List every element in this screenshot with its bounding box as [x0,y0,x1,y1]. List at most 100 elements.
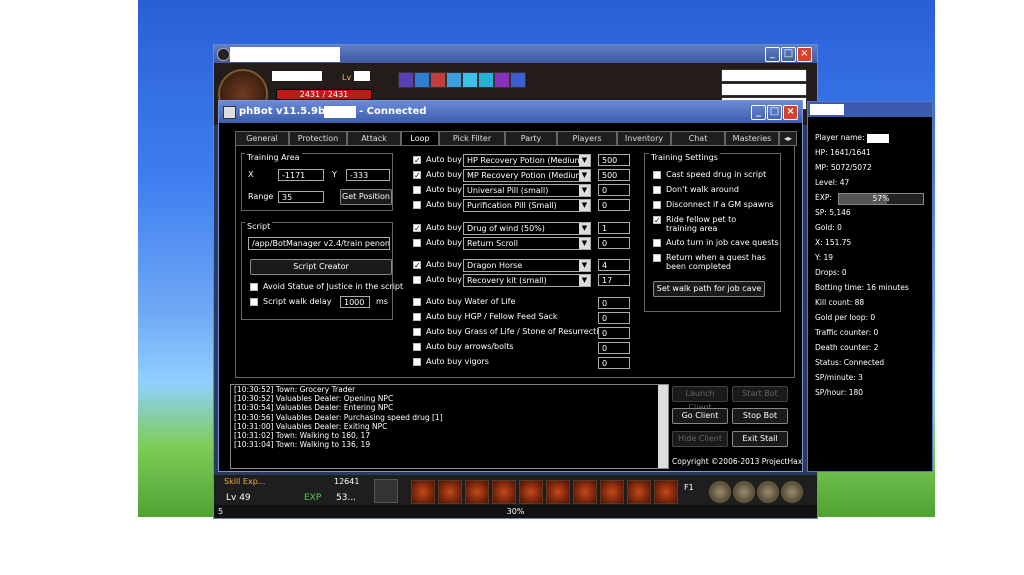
auto-buy-qty[interactable]: 500 [598,154,630,166]
cast-speed-drug-checkbox[interactable] [653,171,661,179]
hide-client-button[interactable]: Hide Client [672,431,728,447]
auto-buy-item-select[interactable]: MP Recovery Potion (Medium) ▼ [463,169,591,182]
auto-buy-item-select[interactable]: Purification Pill (Small) ▼ [463,199,591,212]
auto-buy-item-select[interactable]: Drug of wind (50%) ▼ [463,222,591,235]
tab-inventory[interactable]: Inventory [617,131,671,146]
skill-slot[interactable] [600,480,624,504]
minimize-icon[interactable]: _ [751,105,766,120]
auto-buy-water-checkbox[interactable] [413,298,421,306]
return-quest-checkbox[interactable] [653,254,661,262]
auto-buy-qty[interactable]: 17 [598,274,630,286]
auto-buy-qty[interactable]: 0 [598,184,630,196]
skill-slot[interactable] [654,480,678,504]
log-area[interactable]: [10:30:52] Town: Grocery Trader [10:30:5… [230,384,669,469]
auto-buy-grass-checkbox[interactable] [413,328,421,336]
tab-party[interactable]: Party [505,131,557,146]
stop-bot-button[interactable]: Stop Bot [732,408,788,424]
script-creator-button[interactable]: Script Creator [250,259,392,275]
walk-delay-checkbox[interactable] [250,298,258,306]
tab-players[interactable]: Players [557,131,617,146]
close-icon[interactable]: × [783,105,798,120]
auto-buy-checkbox[interactable] [413,276,421,284]
auto-buy-qty[interactable]: 500 [598,169,630,181]
auto-turn-in-checkbox[interactable] [653,239,661,247]
y-row: Y: 19 [815,253,834,262]
auto-buy-checkbox[interactable] [413,239,421,247]
tab-strip: General Protection Attack Loop Pick Filt… [235,131,797,146]
auto-buy-qty[interactable]: 0 [598,237,630,249]
auto-buy-hgp-label: Auto buy HGP / Fellow Feed Sack [426,312,558,321]
get-position-button[interactable]: Get Position [340,189,392,205]
skill-slot[interactable] [411,480,435,504]
close-icon[interactable]: × [797,47,812,62]
skill-slot[interactable] [438,480,462,504]
skill-slot[interactable] [573,480,597,504]
tab-masteries[interactable]: Masteries [725,131,779,146]
auto-buy-checkbox[interactable]: ✓ [413,224,421,233]
menu-round-icon[interactable] [781,481,803,503]
auto-buy-qty[interactable]: 1 [598,222,630,234]
auto-buy-arrows-qty[interactable]: 0 [598,342,630,354]
ride-pet-checkbox[interactable]: ✓ [653,216,661,225]
avoid-statue-checkbox[interactable] [250,283,258,291]
hotbar-page-label[interactable]: F1 [684,483,694,492]
x-input[interactable]: -1171 [278,169,324,181]
skill-slot[interactable] [492,480,516,504]
go-client-button[interactable]: Go Client [672,408,728,424]
skill-slot[interactable] [374,479,398,503]
auto-buy-qty[interactable]: 0 [598,199,630,211]
auto-buy-checkbox[interactable] [413,186,421,194]
auto-buy-item-select[interactable]: Recovery kit (small) ▼ [463,274,591,287]
auto-buy-item-select[interactable]: Dragon Horse ▼ [463,259,591,272]
disconnect-gm-checkbox[interactable] [653,201,661,209]
auto-buy-qty[interactable]: 4 [598,259,630,271]
auto-buy-checkbox[interactable]: ✓ [413,171,421,180]
auto-buy-checkbox[interactable]: ✓ [413,261,421,270]
script-path-input[interactable]: /app/BotManager v2.4/train penon.txt [248,237,390,250]
dont-walk-around-checkbox[interactable] [653,186,661,194]
auto-buy-vigors-checkbox[interactable] [413,358,421,366]
launch-client-button[interactable]: Launch Client [672,386,728,412]
tab-pick-filter[interactable]: Pick Filter [439,131,505,146]
tab-general[interactable]: General [235,131,289,146]
buff-icon [462,72,478,88]
maximize-icon[interactable]: □ [781,47,796,62]
start-bot-button[interactable]: Start Bot [732,386,788,402]
walk-delay-input[interactable]: 1000 [340,296,370,308]
auto-buy-checkbox[interactable]: ✓ [413,156,421,165]
skill-slot[interactable] [465,480,489,504]
y-label: Y [332,170,337,179]
exp-value: 53... [336,493,357,503]
tab-loop[interactable]: Loop [401,131,439,146]
menu-round-icon[interactable] [709,481,731,503]
skill-slot[interactable] [627,480,651,504]
maximize-icon[interactable]: □ [767,105,782,120]
auto-buy-checkbox[interactable] [413,201,421,209]
auto-buy-arrows-checkbox[interactable] [413,343,421,351]
tab-attack[interactable]: Attack [347,131,401,146]
tab-scroll-arrows[interactable]: ◂▸ [779,131,797,146]
auto-buy-hgp-checkbox[interactable] [413,313,421,321]
auto-buy-water-qty[interactable]: 0 [598,297,630,309]
auto-buy-grass-qty[interactable]: 0 [598,327,630,339]
training-settings-label: Training Settings [649,153,720,162]
auto-buy-vigors-qty[interactable]: 0 [598,357,630,369]
walk-delay-label: Script walk delay [263,297,332,306]
skill-slot[interactable] [519,480,543,504]
minimize-icon[interactable]: _ [765,47,780,62]
set-walk-path-button[interactable]: Set walk path for job cave [653,281,765,297]
skill-slot[interactable] [546,480,570,504]
chevron-down-icon: ▼ [579,223,590,234]
tab-chat[interactable]: Chat [671,131,725,146]
auto-buy-item-select[interactable]: Return Scroll ▼ [463,237,591,250]
auto-buy-item-select[interactable]: Universal Pill (small) ▼ [463,184,591,197]
log-scrollbar[interactable] [658,385,668,468]
auto-buy-item-select[interactable]: HP Recovery Potion (Medium) ▼ [463,154,591,167]
exit-stall-button[interactable]: Exit Stall [732,431,788,447]
menu-round-icon[interactable] [733,481,755,503]
menu-round-icon[interactable] [757,481,779,503]
range-input[interactable]: 35 [278,191,324,203]
tab-protection[interactable]: Protection [289,131,347,146]
y-input[interactable]: -333 [346,169,390,181]
auto-buy-hgp-qty[interactable]: 0 [598,312,630,324]
